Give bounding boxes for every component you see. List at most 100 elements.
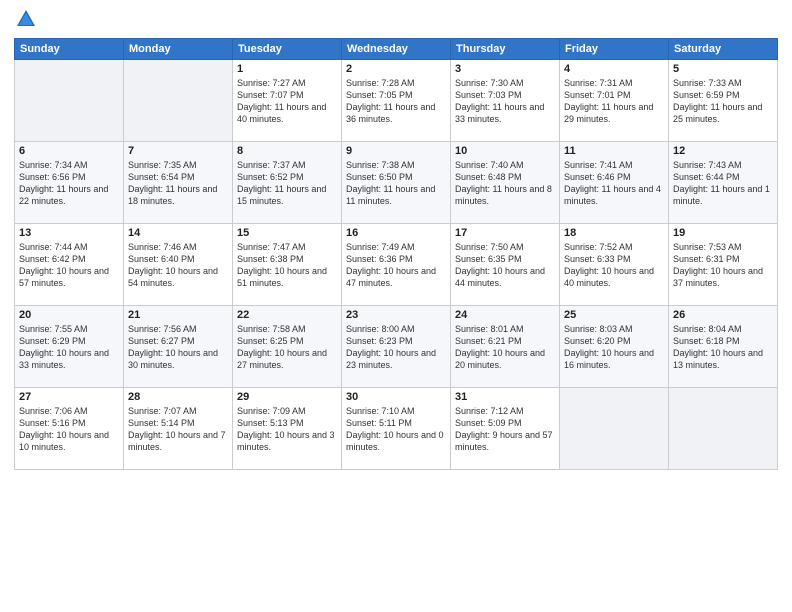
calendar-cell: 30 Sunrise: 7:10 AMSunset: 5:11 PMDayligh… (342, 388, 451, 470)
cell-info: Sunrise: 7:38 AMSunset: 6:50 PMDaylight:… (346, 159, 446, 208)
cell-info: Sunrise: 7:50 AMSunset: 6:35 PMDaylight:… (455, 241, 555, 290)
calendar-cell: 22Sunrise: 7:58 AMSunset: 6:25 PMDayligh… (233, 306, 342, 388)
cell-info: Sunrise: 7:56 AMSunset: 6:27 PMDaylight:… (128, 323, 228, 372)
day-header-monday: Monday (124, 39, 233, 60)
day-number: 26 (673, 309, 773, 321)
calendar-cell (15, 60, 124, 142)
day-number: 27 (19, 391, 119, 403)
calendar-week-row: 13Sunrise: 7:44 AMSunset: 6:42 PMDayligh… (15, 224, 778, 306)
cell-info: Sunrise: 7:41 AMSunset: 6:46 PMDaylight:… (564, 159, 664, 208)
day-number: 7 (128, 145, 228, 157)
calendar-cell: 20 Sunrise: 7:55 AMSunset: 6:29 PMDayligh… (15, 306, 124, 388)
day-number: 19 (673, 227, 773, 239)
day-number: 8 (237, 145, 337, 157)
calendar-cell: 27 Sunrise: 7:06 AMSunset: 5:16 PMDayligh… (15, 388, 124, 470)
cell-info: Sunrise: 8:01 AMSunset: 6:21 PMDaylight:… (455, 323, 555, 372)
cell-info: Sunrise: 7:10 AMSunset: 5:11 PMDaylight:… (346, 405, 446, 454)
day-header-sunday: Sunday (15, 39, 124, 60)
day-number: 10 (455, 145, 555, 157)
calendar-week-row: 27 Sunrise: 7:06 AMSunset: 5:16 PMDayligh… (15, 388, 778, 470)
calendar-cell: 6 Sunrise: 7:34 AMSunset: 6:56 PMDaylight… (15, 142, 124, 224)
calendar-cell: 26 Sunrise: 8:04 AMSunset: 6:18 PMDayligh… (669, 306, 778, 388)
cell-info: Sunrise: 7:30 AMSunset: 7:03 PMDaylight:… (455, 77, 555, 126)
calendar-page: SundayMondayTuesdayWednesdayThursdayFrid… (0, 0, 792, 612)
calendar-cell: 10 Sunrise: 7:40 AMSunset: 6:48 PMDayligh… (451, 142, 560, 224)
cell-info: Sunrise: 7:07 AMSunset: 5:14 PMDaylight:… (128, 405, 228, 454)
cell-info: Sunrise: 7:09 AMSunset: 5:13 PMDaylight:… (237, 405, 337, 454)
calendar-cell: 23 Sunrise: 8:00 AMSunset: 6:23 PMDayligh… (342, 306, 451, 388)
day-number: 4 (564, 63, 664, 75)
cell-info: Sunrise: 8:04 AMSunset: 6:18 PMDaylight:… (673, 323, 773, 372)
calendar-cell: 16 Sunrise: 7:49 AMSunset: 6:36 PMDayligh… (342, 224, 451, 306)
calendar-cell: 11 Sunrise: 7:41 AMSunset: 6:46 PMDayligh… (560, 142, 669, 224)
day-number: 16 (346, 227, 446, 239)
day-number: 12 (673, 145, 773, 157)
cell-info: Sunrise: 7:58 AMSunset: 6:25 PMDaylight:… (237, 323, 337, 372)
day-number: 24 (455, 309, 555, 321)
day-number: 9 (346, 145, 446, 157)
calendar-cell (124, 60, 233, 142)
calendar-cell: 18 Sunrise: 7:52 AMSunset: 6:33 PMDayligh… (560, 224, 669, 306)
day-header-saturday: Saturday (669, 39, 778, 60)
calendar-cell (669, 388, 778, 470)
day-number: 20 (19, 309, 119, 321)
logo-general-text (14, 10, 37, 30)
cell-info: Sunrise: 7:46 AMSunset: 6:40 PMDaylight:… (128, 241, 228, 290)
cell-info: Sunrise: 7:55 AMSunset: 6:29 PMDaylight:… (19, 323, 119, 372)
calendar-cell: 7 Sunrise: 7:35 AMSunset: 6:54 PMDaylight… (124, 142, 233, 224)
day-number: 23 (346, 309, 446, 321)
cell-info: Sunrise: 7:06 AMSunset: 5:16 PMDaylight:… (19, 405, 119, 454)
calendar-header-row: SundayMondayTuesdayWednesdayThursdayFrid… (15, 39, 778, 60)
cell-info: Sunrise: 7:31 AMSunset: 7:01 PMDaylight:… (564, 77, 664, 126)
calendar-cell: 12Sunrise: 7:43 AMSunset: 6:44 PMDayligh… (669, 142, 778, 224)
cell-info: Sunrise: 7:49 AMSunset: 6:36 PMDaylight:… (346, 241, 446, 290)
day-header-friday: Friday (560, 39, 669, 60)
cell-info: Sunrise: 7:53 AMSunset: 6:31 PMDaylight:… (673, 241, 773, 290)
day-header-wednesday: Wednesday (342, 39, 451, 60)
day-number: 29 (237, 391, 337, 403)
cell-info: Sunrise: 7:28 AMSunset: 7:05 PMDaylight:… (346, 77, 446, 126)
day-header-thursday: Thursday (451, 39, 560, 60)
calendar-week-row: 6 Sunrise: 7:34 AMSunset: 6:56 PMDaylight… (15, 142, 778, 224)
calendar-cell: 29 Sunrise: 7:09 AMSunset: 5:13 PMDayligh… (233, 388, 342, 470)
day-number: 1 (237, 63, 337, 75)
calendar-cell: 24 Sunrise: 8:01 AMSunset: 6:21 PMDayligh… (451, 306, 560, 388)
cell-info: Sunrise: 7:52 AMSunset: 6:33 PMDaylight:… (564, 241, 664, 290)
calendar-week-row: 20 Sunrise: 7:55 AMSunset: 6:29 PMDayligh… (15, 306, 778, 388)
day-number: 18 (564, 227, 664, 239)
day-number: 28 (128, 391, 228, 403)
cell-info: Sunrise: 7:27 AMSunset: 7:07 PMDaylight:… (237, 77, 337, 126)
calendar-cell: 17 Sunrise: 7:50 AMSunset: 6:35 PMDayligh… (451, 224, 560, 306)
day-number: 31 (455, 391, 555, 403)
calendar-cell: 15 Sunrise: 7:47 AMSunset: 6:38 PMDayligh… (233, 224, 342, 306)
day-number: 30 (346, 391, 446, 403)
logo (14, 10, 37, 30)
cell-info: Sunrise: 8:00 AMSunset: 6:23 PMDaylight:… (346, 323, 446, 372)
calendar-table: SundayMondayTuesdayWednesdayThursdayFrid… (14, 38, 778, 470)
calendar-cell: 3Sunrise: 7:30 AMSunset: 7:03 PMDaylight… (451, 60, 560, 142)
logo-icon (15, 8, 37, 30)
day-number: 6 (19, 145, 119, 157)
header (14, 10, 778, 30)
calendar-cell: 25Sunrise: 8:03 AMSunset: 6:20 PMDayligh… (560, 306, 669, 388)
day-number: 17 (455, 227, 555, 239)
calendar-cell: 31 Sunrise: 7:12 AMSunset: 5:09 PMDayligh… (451, 388, 560, 470)
cell-info: Sunrise: 7:12 AMSunset: 5:09 PMDaylight:… (455, 405, 555, 454)
cell-info: Sunrise: 7:37 AMSunset: 6:52 PMDaylight:… (237, 159, 337, 208)
cell-info: Sunrise: 7:40 AMSunset: 6:48 PMDaylight:… (455, 159, 555, 208)
calendar-cell: 2 Sunrise: 7:28 AMSunset: 7:05 PMDaylight… (342, 60, 451, 142)
calendar-cell: 4 Sunrise: 7:31 AMSunset: 7:01 PMDaylight… (560, 60, 669, 142)
cell-info: Sunrise: 7:34 AMSunset: 6:56 PMDaylight:… (19, 159, 119, 208)
day-number: 11 (564, 145, 664, 157)
cell-info: Sunrise: 7:47 AMSunset: 6:38 PMDaylight:… (237, 241, 337, 290)
cell-info: Sunrise: 7:44 AMSunset: 6:42 PMDaylight:… (19, 241, 119, 290)
day-number: 2 (346, 63, 446, 75)
cell-info: Sunrise: 7:35 AMSunset: 6:54 PMDaylight:… (128, 159, 228, 208)
calendar-cell (560, 388, 669, 470)
day-header-tuesday: Tuesday (233, 39, 342, 60)
calendar-cell: 1 Sunrise: 7:27 AMSunset: 7:07 PMDaylight… (233, 60, 342, 142)
calendar-cell: 9 Sunrise: 7:38 AMSunset: 6:50 PMDaylight… (342, 142, 451, 224)
cell-info: Sunrise: 8:03 AMSunset: 6:20 PMDaylight:… (564, 323, 664, 372)
cell-info: Sunrise: 7:33 AMSunset: 6:59 PMDaylight:… (673, 77, 773, 126)
day-number: 15 (237, 227, 337, 239)
